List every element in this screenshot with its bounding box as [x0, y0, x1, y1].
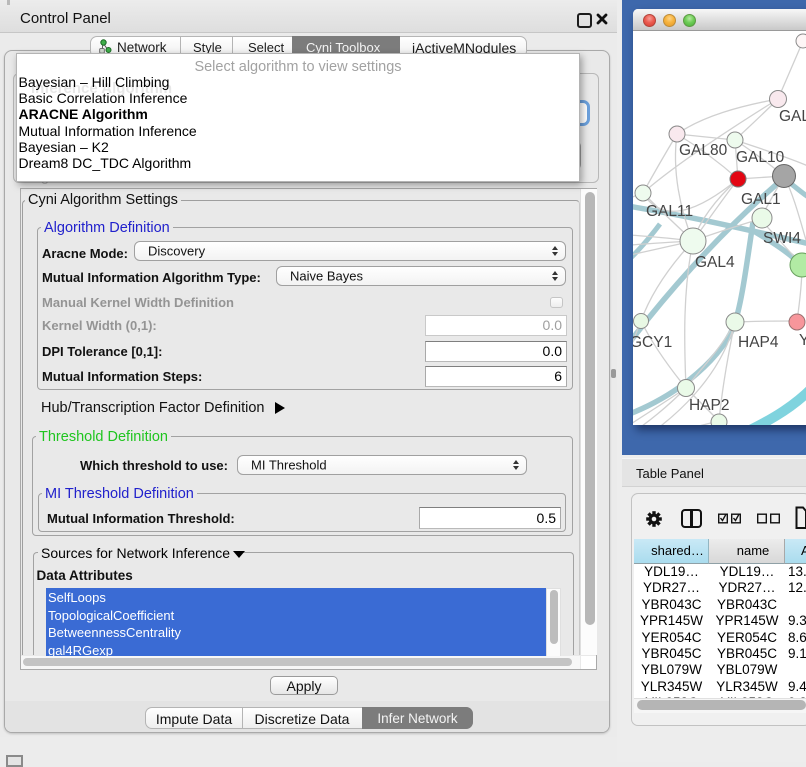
svg-text:GAL4: GAL4: [695, 254, 735, 271]
svg-text:GAL2: GAL2: [779, 108, 806, 125]
svg-text:YJ: YJ: [799, 332, 806, 349]
svg-text:HAP2: HAP2: [689, 397, 730, 414]
svg-text:HAP4: HAP4: [738, 334, 779, 351]
svg-text:GAL1: GAL1: [741, 191, 781, 208]
svg-text:SWI4: SWI4: [763, 230, 801, 247]
svg-text:GAL80: GAL80: [679, 142, 728, 159]
svg-text:GAL10: GAL10: [736, 149, 785, 166]
svg-text:GAL11: GAL11: [646, 203, 693, 220]
svg-text:GCY1: GCY1: [633, 334, 672, 351]
